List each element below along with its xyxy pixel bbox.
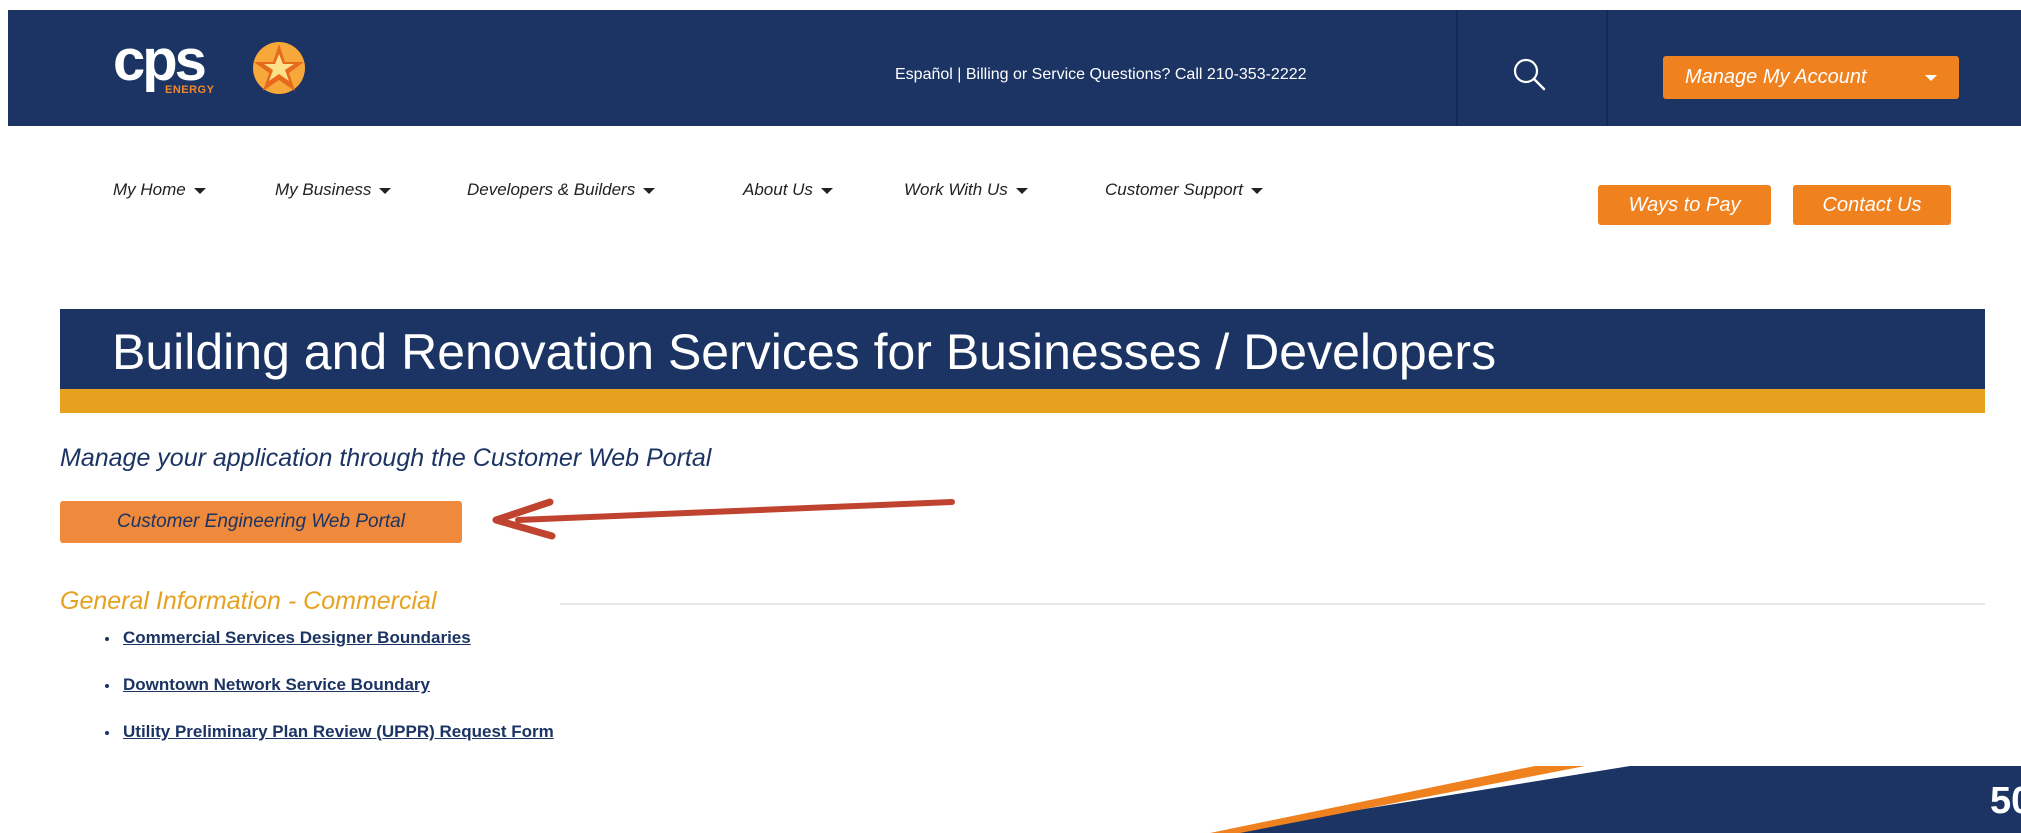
chevron-down-icon: [193, 187, 206, 194]
ways-to-pay-button[interactable]: Ways to Pay: [1598, 185, 1771, 225]
bullet-icon: [105, 683, 109, 688]
bullet-icon: [105, 636, 109, 641]
bullet-icon: [105, 730, 109, 735]
header-divider: [1606, 10, 1608, 126]
cps-energy-logo[interactable]: cps ENERGY: [113, 32, 323, 102]
downtown-network-service-boundary-link[interactable]: Downtown Network Service Boundary: [123, 675, 430, 694]
star-logo-icon: [253, 42, 305, 94]
espanol-link[interactable]: Español: [895, 66, 953, 83]
top-header-bar: cps ENERGY Español | Billing or Service …: [8, 10, 2021, 126]
nav-item-work-with-us[interactable]: Work With Us: [904, 180, 1028, 200]
chevron-down-icon: [1925, 75, 1937, 81]
search-icon[interactable]: [1511, 56, 1547, 92]
pointer-arrow-icon: [492, 498, 955, 540]
billing-phone-text[interactable]: Billing or Service Questions? Call 210-3…: [966, 66, 1307, 83]
commercial-services-designer-boundaries-link[interactable]: Commercial Services Designer Boundaries: [123, 628, 471, 647]
chevron-down-icon: [643, 187, 656, 194]
nav-item-my-home[interactable]: My Home: [113, 180, 206, 200]
banner-accent-strip: [60, 389, 1985, 413]
nav-label: About Us: [743, 180, 813, 199]
portal-subheading: Manage your application through the Cust…: [60, 444, 712, 472]
manage-my-account-button[interactable]: Manage My Account: [1663, 56, 1959, 99]
page-title-banner: Building and Renovation Services for Bus…: [60, 309, 1985, 389]
link-separator: |: [952, 66, 966, 83]
customer-engineering-web-portal-button[interactable]: Customer Engineering Web Portal: [60, 501, 462, 543]
section-divider: [560, 603, 1985, 605]
nav-item-about-us[interactable]: About Us: [743, 180, 833, 200]
nav-label: My Home: [113, 180, 186, 199]
list-item: Commercial Services Designer Boundaries: [105, 628, 471, 648]
list-item: Downtown Network Service Boundary: [105, 675, 430, 695]
nav-item-developers-builders[interactable]: Developers & Builders: [467, 180, 656, 200]
logo-subtext: ENERGY: [165, 84, 215, 96]
manage-account-label: Manage My Account: [1685, 66, 1867, 88]
list-item: Utility Preliminary Plan Review (UPPR) R…: [105, 722, 554, 742]
nav-item-my-business[interactable]: My Business: [275, 180, 392, 200]
page-number: 50: [1990, 780, 2021, 822]
nav-label: My Business: [275, 180, 372, 199]
top-utility-links: Español | Billing or Service Questions? …: [895, 66, 1307, 84]
nav-label: Developers & Builders: [467, 180, 636, 199]
chevron-down-icon: [1250, 187, 1263, 194]
uppr-request-form-link[interactable]: Utility Preliminary Plan Review (UPPR) R…: [123, 722, 554, 741]
chevron-down-icon: [379, 187, 392, 194]
section-title-general-information: General Information - Commercial: [60, 587, 437, 615]
contact-us-button[interactable]: Contact Us: [1793, 185, 1951, 225]
nav-label: Work With Us: [904, 180, 1008, 199]
chevron-down-icon: [1015, 187, 1028, 194]
chevron-down-icon: [820, 187, 833, 194]
logo-wordmark: cps: [113, 28, 207, 93]
header-divider: [1456, 10, 1458, 126]
nav-label: Customer Support: [1105, 180, 1243, 199]
nav-item-customer-support[interactable]: Customer Support: [1105, 180, 1263, 200]
page-title: Building and Renovation Services for Bus…: [112, 324, 1497, 380]
slide-footer-graphic: [1210, 766, 2021, 833]
